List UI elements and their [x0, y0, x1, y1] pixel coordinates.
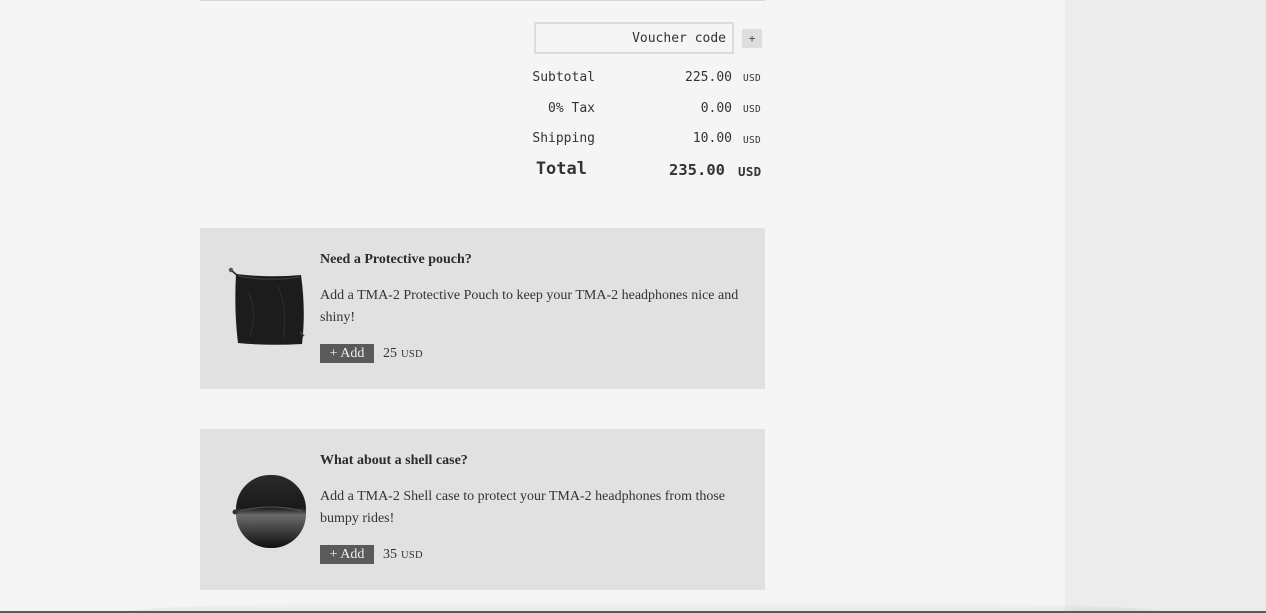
upsell-price: 35 USD: [383, 545, 423, 565]
price-currency: USD: [401, 550, 423, 561]
voucher-code-input[interactable]: [534, 22, 734, 54]
shipping-currency: USD: [743, 135, 762, 146]
add-protective-pouch-button[interactable]: + Add: [320, 344, 374, 363]
subtotal-value: 225.00: [685, 70, 732, 85]
upsell-title: Need a Protective pouch?: [320, 252, 472, 267]
protective-pouch-image: [228, 267, 305, 345]
total-value: 235.00: [669, 161, 725, 179]
shipping-value: 10.00: [692, 131, 732, 146]
upsell-price: 25 USD: [383, 344, 423, 364]
side-panel: [1065, 0, 1266, 613]
price-amount: 35: [383, 547, 397, 562]
upsell-card-protective-pouch: Need a Protective pouch? Add a TMA-2 Pro…: [200, 228, 765, 389]
upsell-title: What about a shell case?: [320, 453, 468, 468]
subtotal-label: Subtotal: [532, 70, 595, 85]
tax-label: 0% Tax: [548, 101, 595, 116]
divider: [200, 0, 765, 1]
price-amount: 25: [383, 346, 397, 361]
shipping-label: Shipping: [532, 131, 595, 146]
price-currency: USD: [401, 349, 423, 360]
total-label: Total: [535, 159, 587, 179]
upsell-card-shell-case: What about a shell case? Add a TMA-2 She…: [200, 429, 765, 590]
tax-value: 0.00: [700, 101, 732, 116]
shell-case-image: [232, 475, 306, 548]
total-currency: USD: [738, 164, 762, 179]
upsell-description: Add a TMA-2 Shell case to protect your T…: [320, 489, 726, 526]
checkout-page: + Subtotal 225.00 USD 0% Tax 0.00 USD Sh…: [0, 0, 1266, 613]
subtotal-currency: USD: [743, 73, 762, 84]
apply-voucher-button[interactable]: +: [742, 29, 762, 48]
add-shell-case-button[interactable]: + Add: [320, 545, 374, 564]
upsell-description: Add a TMA-2 Protective Pouch to keep you…: [320, 288, 739, 325]
tax-currency: USD: [743, 104, 762, 115]
